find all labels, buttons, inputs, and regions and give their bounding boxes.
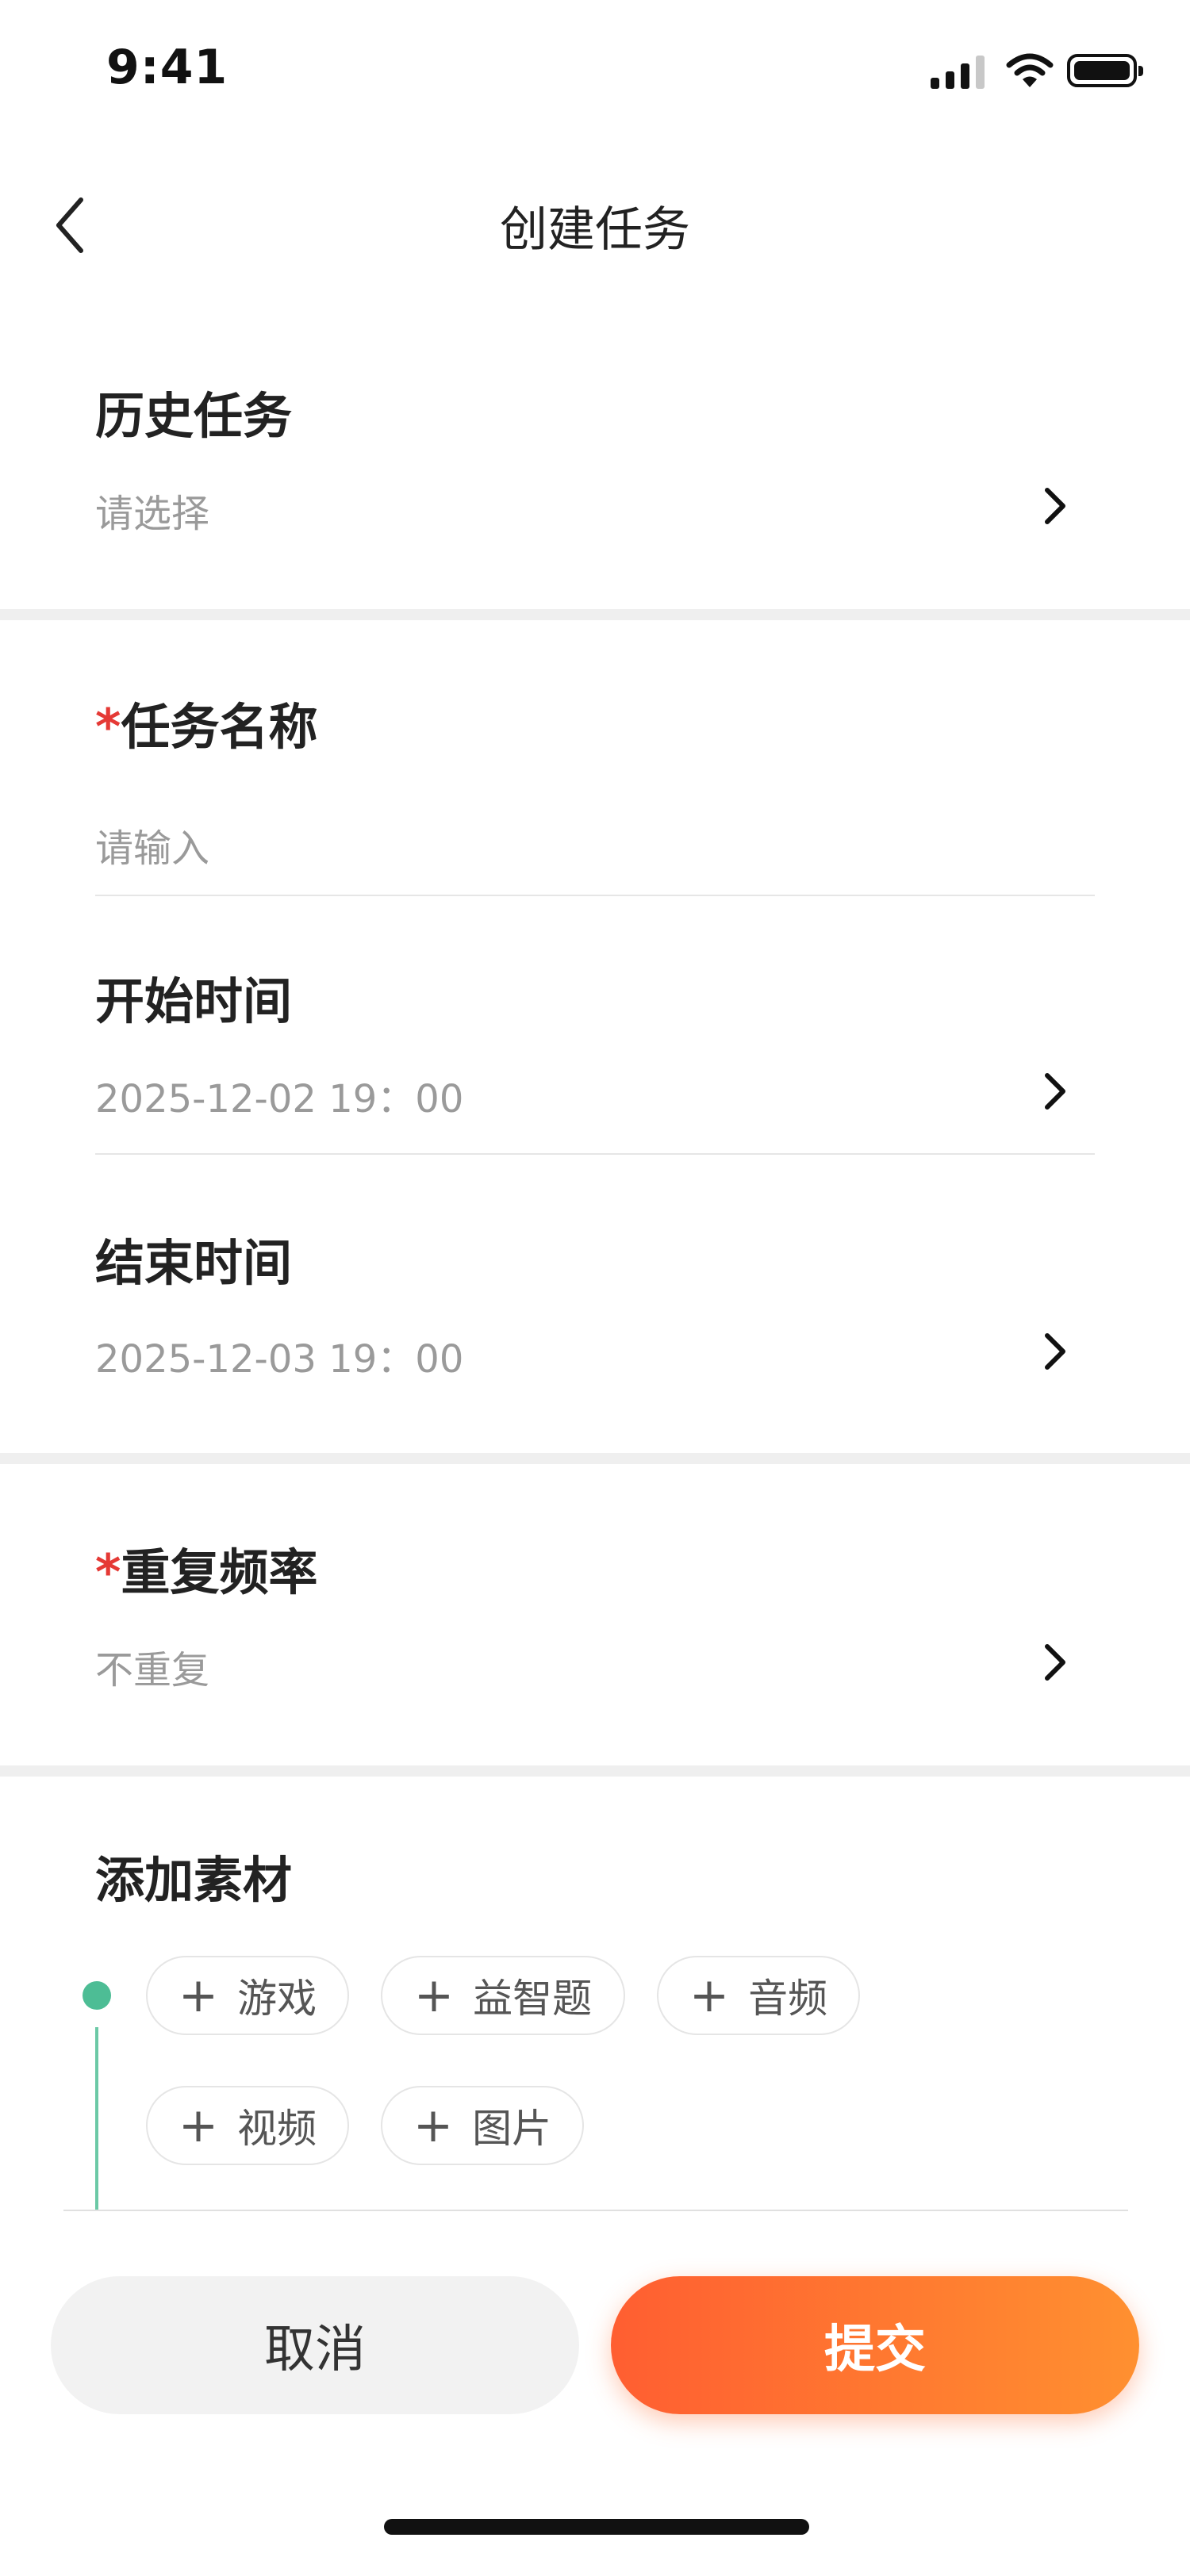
timeline-dot bbox=[83, 1981, 111, 2010]
repeat-frequency-label: *重复频率 bbox=[95, 1532, 317, 1604]
wifi-icon bbox=[1006, 53, 1054, 87]
task-name-label: *任务名称 bbox=[95, 687, 317, 758]
plus-icon: + bbox=[689, 1968, 730, 2023]
repeat-frequency-row[interactable]: *重复频率 不重复 bbox=[0, 1507, 1190, 1713]
home-indicator bbox=[384, 2519, 809, 2535]
plus-icon: + bbox=[178, 2098, 219, 2153]
required-mark: * bbox=[95, 698, 121, 756]
end-time-label: 结束时间 bbox=[95, 1234, 293, 1292]
chip-label: 图片 bbox=[472, 2106, 552, 2152]
repeat-frequency-value: 不重复 bbox=[95, 1648, 210, 1692]
plus-icon: + bbox=[178, 1968, 219, 2023]
plus-icon: + bbox=[413, 2098, 454, 2153]
submit-button[interactable]: 提交 bbox=[611, 2276, 1139, 2414]
end-time-value: 2025-12-03 19：00 bbox=[95, 1337, 464, 1382]
signal-icon bbox=[931, 56, 985, 89]
history-task-row[interactable]: 历史任务 请选择 bbox=[0, 349, 1190, 539]
start-time-label: 开始时间 bbox=[95, 972, 293, 1030]
add-audio-chip[interactable]: + 音频 bbox=[657, 1956, 860, 2035]
timeline-line bbox=[95, 2027, 98, 2211]
add-video-chip[interactable]: + 视频 bbox=[146, 2086, 349, 2165]
chevron-right-icon bbox=[1045, 1333, 1065, 1370]
history-task-label: 历史任务 bbox=[95, 387, 293, 445]
battery-icon bbox=[1067, 54, 1143, 87]
add-material-label: 添加素材 bbox=[95, 1851, 293, 1909]
start-time-row[interactable]: 开始时间 2025-12-02 19：00 bbox=[0, 936, 1190, 1150]
chip-label: 益智题 bbox=[473, 1976, 593, 2022]
chevron-right-icon bbox=[1045, 1073, 1065, 1110]
task-name-label-text: 任务名称 bbox=[121, 698, 318, 756]
section-divider bbox=[0, 609, 1190, 620]
history-task-value: 请选择 bbox=[95, 492, 210, 536]
add-puzzle-chip[interactable]: + 益智题 bbox=[381, 1956, 625, 2035]
chip-label: 视频 bbox=[237, 2106, 317, 2152]
chevron-right-icon bbox=[1045, 488, 1065, 524]
start-time-value: 2025-12-02 19：00 bbox=[95, 1077, 464, 1121]
add-game-chip[interactable]: + 游戏 bbox=[146, 1956, 349, 2035]
chip-label: 音频 bbox=[748, 1976, 828, 2022]
field-divider bbox=[95, 895, 1095, 896]
page-title: 创建任务 bbox=[500, 202, 690, 258]
plus-icon: + bbox=[413, 1968, 455, 2023]
chip-label: 游戏 bbox=[237, 1976, 317, 2022]
add-image-chip[interactable]: + 图片 bbox=[381, 2086, 584, 2165]
status-time: 9:41 bbox=[106, 40, 228, 95]
end-time-row[interactable]: 结束时间 2025-12-03 19：00 bbox=[0, 1198, 1190, 1412]
task-name-input[interactable]: 请输入 bbox=[95, 817, 1095, 872]
field-divider bbox=[95, 1153, 1095, 1155]
required-mark: * bbox=[95, 1543, 121, 1601]
repeat-frequency-label-text: 重复频率 bbox=[121, 1543, 318, 1601]
section-divider bbox=[0, 1765, 1190, 1777]
section-divider bbox=[0, 1453, 1190, 1464]
cancel-button[interactable]: 取消 bbox=[51, 2276, 579, 2414]
content-bottom-divider bbox=[63, 2210, 1128, 2211]
chevron-right-icon bbox=[1045, 1644, 1065, 1681]
